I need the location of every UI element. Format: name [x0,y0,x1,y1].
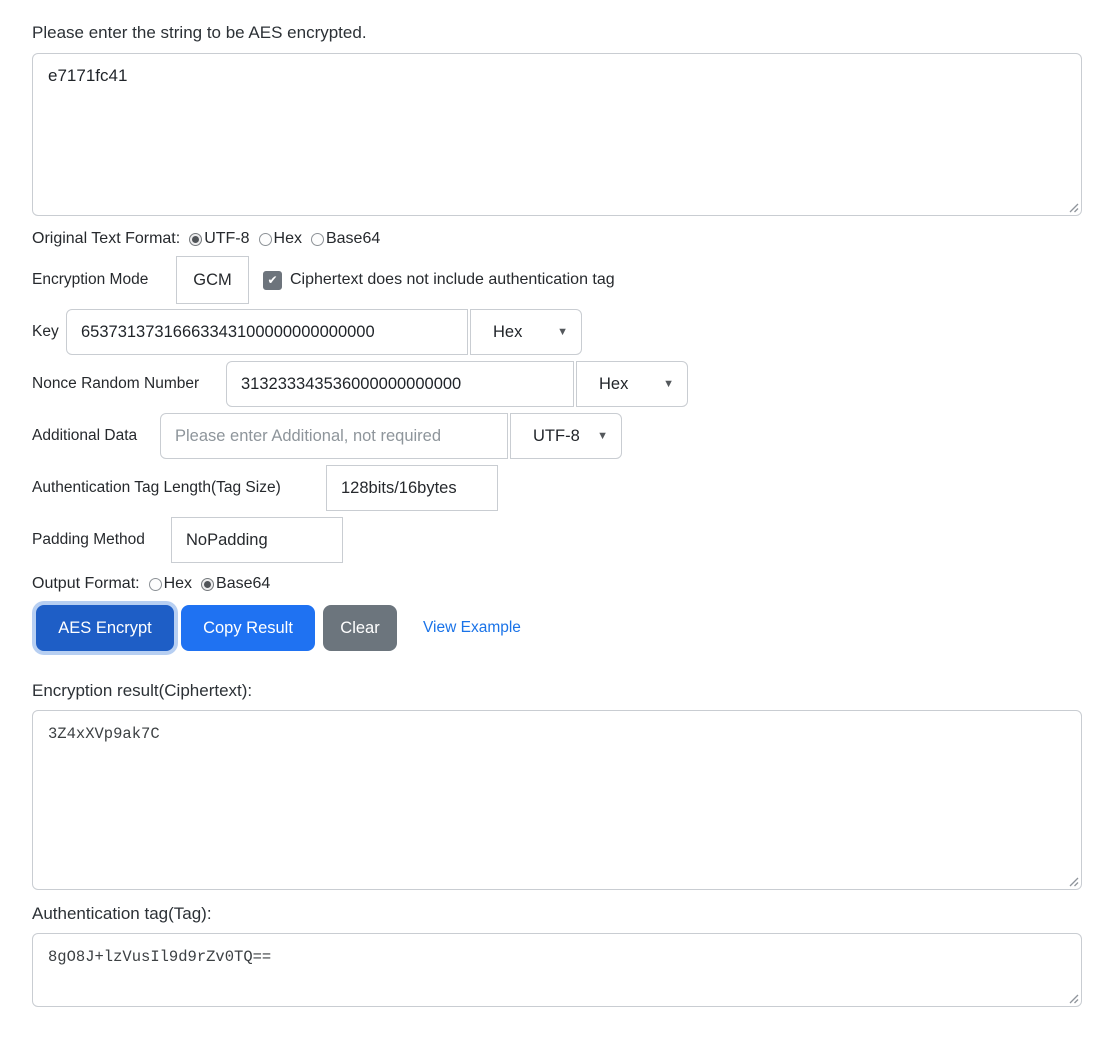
aes-encrypt-page: Please enter the string to be AES encryp… [0,0,1113,1007]
dropdown-arrow-icon: ▼ [663,378,674,390]
key-format-value: Hex [493,323,522,342]
nonce-format-value: Hex [599,375,628,394]
output-format-group: Output Format: Hex Base64 [32,575,1082,593]
radio-option-label: Base64 [326,230,380,248]
clear-button[interactable]: Clear [323,605,397,651]
actions-row: AES Encrypt Copy Result Clear View Examp… [32,605,1082,651]
radio-option-label: Hex [164,575,192,593]
additional-format-select[interactable]: UTF-8 ▼ [510,413,622,459]
tag-size-select[interactable]: 128bits/16bytes [326,465,498,511]
encryption-mode-label: Encryption Mode [32,271,176,289]
nonce-row: Nonce Random Number Hex ▼ [32,361,1082,407]
radio-option-label: UTF-8 [204,230,249,248]
tag-size-row: Authentication Tag Length(Tag Size) 128b… [32,465,1082,511]
plaintext-input[interactable]: e7171fc41 [32,53,1082,216]
result-area-wrap: 3Z4xXVp9ak7C [32,710,1082,890]
additional-data-row: Additional Data UTF-8 ▼ [32,413,1082,459]
radio-option-utf8[interactable]: UTF-8 [180,230,249,248]
check-icon: ✔ [267,274,277,286]
radio-icon[interactable] [311,233,324,246]
original-format-group: Original Text Format: UTF-8 Hex Base64 [32,230,1082,248]
dropdown-arrow-icon: ▼ [557,326,568,338]
auth-tag-output[interactable]: 8gO8J+lzVusIl9d9rZv0TQ== [32,933,1082,1007]
copy-result-button[interactable]: Copy Result [181,605,315,651]
auth-tag-area-wrap: 8gO8J+lzVusIl9d9rZv0TQ== [32,933,1082,1007]
nonce-label: Nonce Random Number [32,375,226,393]
dropdown-arrow-icon: ▼ [597,430,608,442]
padding-method-select[interactable]: NoPadding [171,517,343,563]
tag-size-label: Authentication Tag Length(Tag Size) [32,479,326,497]
padding-method-label: Padding Method [32,531,171,549]
output-format-label: Output Format: [32,575,140,593]
encryption-mode-row: Encryption Mode GCM ✔ Ciphertext does no… [32,256,1082,304]
encryption-mode-select[interactable]: GCM [176,256,249,304]
result-label: Encryption result(Ciphertext): [32,681,1082,701]
view-example-link[interactable]: View Example [423,619,521,637]
radio-icon[interactable] [259,233,272,246]
auth-tag-label: Authentication tag(Tag): [32,904,1082,924]
resize-handle-icon[interactable] [1068,876,1079,887]
additional-format-value: UTF-8 [533,427,580,446]
page-title: Please enter the string to be AES encryp… [32,23,1082,43]
radio-option-output-base64[interactable]: Base64 [192,575,270,593]
resize-handle-icon[interactable] [1068,993,1079,1004]
original-format-label: Original Text Format: [32,230,180,248]
key-row: Key Hex ▼ [32,309,1082,355]
no-auth-tag-checkbox-label: Ciphertext does not include authenticati… [290,271,615,289]
padding-method-row: Padding Method NoPadding [32,517,1082,563]
radio-icon[interactable] [201,578,214,591]
resize-handle-icon[interactable] [1068,202,1079,213]
aes-encrypt-button[interactable]: AES Encrypt [36,605,174,651]
plaintext-area-wrap: e7171fc41 [32,53,1082,216]
result-output[interactable]: 3Z4xXVp9ak7C [32,710,1082,890]
radio-option-hex[interactable]: Hex [250,230,302,248]
key-label: Key [32,323,66,341]
radio-icon[interactable] [189,233,202,246]
additional-data-label: Additional Data [32,427,160,445]
radio-option-base64[interactable]: Base64 [302,230,380,248]
radio-option-output-hex[interactable]: Hex [140,575,192,593]
additional-data-input[interactable] [160,413,508,459]
radio-option-label: Hex [274,230,302,248]
key-format-select[interactable]: Hex ▼ [470,309,582,355]
no-auth-tag-checkbox[interactable]: ✔ [263,271,282,290]
nonce-format-select[interactable]: Hex ▼ [576,361,688,407]
nonce-input[interactable] [226,361,574,407]
radio-icon[interactable] [149,578,162,591]
key-input[interactable] [66,309,468,355]
radio-option-label: Base64 [216,575,270,593]
